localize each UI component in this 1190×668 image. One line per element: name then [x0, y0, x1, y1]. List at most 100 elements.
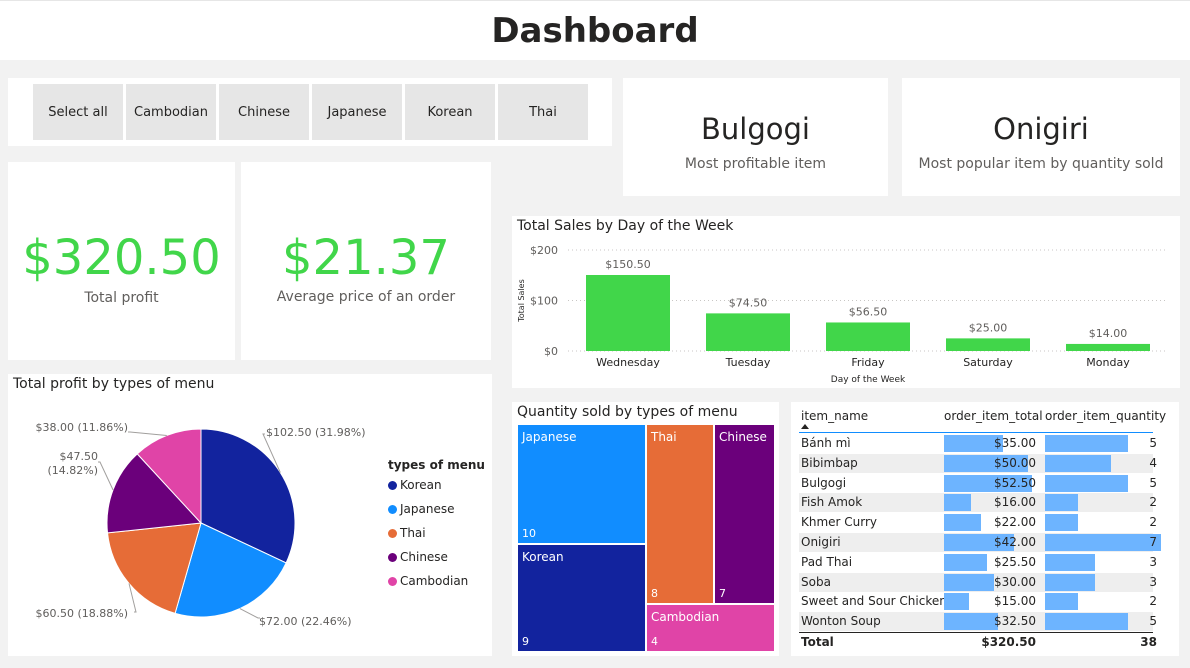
column-header-order-item-total[interactable]: order_item_total	[944, 409, 1043, 423]
column-header-item-name[interactable]: item_name	[801, 409, 868, 423]
pie-legend-title: types of menu	[388, 458, 485, 472]
bar-monday[interactable]	[1066, 343, 1150, 351]
table-row[interactable]: Bulgogi $52.50 5	[799, 474, 1157, 493]
table-row[interactable]: Bibimbap $50.00 4	[799, 453, 1157, 473]
row-quantity: 5	[1149, 475, 1157, 490]
table-row[interactable]: Soba $30.00 3	[799, 572, 1157, 592]
row-total: $50.00	[994, 455, 1036, 470]
row-item-name: Soba	[801, 574, 831, 589]
bar-data-label: $150.50	[605, 258, 651, 271]
most-popular-card: Onigiri Most popular item by quantity so…	[902, 78, 1180, 196]
treemap-name: Korean	[522, 550, 564, 564]
legend-dot-cambodian	[388, 577, 397, 586]
row-item-name: Sweet and Sour Chicken	[801, 594, 947, 609]
table-row[interactable]: Sweet and Sour Chicken $15.00 2	[799, 592, 1157, 611]
row-total: $25.50	[994, 554, 1036, 569]
bar-ylabel: Total Sales	[517, 279, 526, 323]
row-total: $35.00	[994, 436, 1036, 450]
page-title: Dashboard	[491, 11, 699, 51]
bar-tuesday[interactable]	[706, 313, 790, 351]
row-total: $15.00	[994, 594, 1036, 609]
row-quantity: 2	[1149, 495, 1157, 510]
sort-arrow-icon	[801, 424, 809, 429]
table-row[interactable]: Fish Amok $16.00 2	[799, 493, 1157, 513]
bar-data-label: $56.50	[849, 305, 888, 318]
bar-xtick-label: Saturday	[963, 356, 1013, 369]
pie-data-label: $60.50 (18.88%)	[35, 607, 128, 620]
treemap-value: 4	[651, 635, 658, 648]
bar-ytick-label: $100	[530, 295, 558, 308]
title-bar: Dashboard	[0, 0, 1190, 60]
row-total: $42.00	[994, 535, 1036, 549]
slicer-button-thai[interactable]: Thai	[498, 84, 588, 140]
treemap-cell-thai[interactable]: Thai 8	[646, 424, 714, 604]
row-quantity: 4	[1149, 455, 1157, 470]
bar-data-label: $74.50	[729, 296, 768, 309]
total-profit-label: Total profit	[84, 290, 159, 306]
sales-by-day-chart: $200 $100 $0 Total Sales Day of the Week $150…	[517, 244, 1168, 385]
column-header-order-item-quantity[interactable]: order_item_quantity	[1045, 409, 1166, 423]
bar-ytick-label: $0	[544, 345, 558, 358]
most-popular-label: Most popular item by quantity sold	[918, 156, 1164, 172]
avg-order-value: $21.37	[282, 230, 450, 286]
profit-by-menu-pie: $102.50 (31.98%) $72.00 (22.46%) $60.50 (1…	[35, 421, 366, 628]
treemap-value: 10	[522, 527, 536, 540]
pie-data-label: $38.00 (11.86%)	[35, 421, 128, 434]
row-total: $52.50	[994, 475, 1036, 490]
avg-order-label: Average price of an order	[276, 289, 456, 305]
slicer-button-select-all[interactable]: Select all	[33, 84, 123, 140]
bar-data-label: $14.00	[1089, 327, 1128, 340]
bar-xtick-label: Tuesday	[725, 356, 771, 369]
treemap-cell-chinese[interactable]: Chinese 7	[714, 424, 775, 604]
pie-data-label: $102.50 (31.98%)	[266, 426, 366, 439]
pie-data-label: $47.50	[60, 450, 99, 463]
row-item-name: Bánh mì	[801, 436, 851, 450]
row-item-name: Wonton Soup	[801, 614, 881, 629]
bar-ytick-label: $200	[530, 244, 558, 257]
slicer-button-chinese[interactable]: Chinese	[219, 84, 309, 140]
treemap-name: Thai	[651, 430, 677, 444]
treemap-name: Chinese	[719, 430, 767, 444]
table-row[interactable]: Onigiri $42.00 7	[799, 533, 1161, 552]
most-profitable-label: Most profitable item	[684, 156, 827, 172]
legend-label-thai: Thai	[400, 526, 426, 540]
row-quantity: 5	[1149, 614, 1157, 629]
bar-data-label: $25.00	[969, 321, 1008, 334]
table-row[interactable]: Khmer Curry $22.00 2	[799, 513, 1157, 532]
treemap-cell-cambodian[interactable]: Cambodian 4	[646, 604, 775, 652]
legend-label-japanese: Japanese	[400, 502, 455, 516]
total-profit-value: $320.50	[22, 230, 221, 286]
most-profitable-card: Bulgogi Most profitable item	[623, 78, 888, 196]
bar-xtick-label: Wednesday	[596, 356, 660, 369]
slicer-button-cambodian[interactable]: Cambodian	[126, 84, 216, 140]
table-row[interactable]: Wonton Soup $32.50 5	[799, 612, 1157, 632]
row-item-name: Bibimbap	[801, 455, 858, 470]
total-quantity: 38	[1140, 635, 1157, 649]
bar-wednesday[interactable]	[586, 274, 670, 351]
legend-dot-korean	[388, 481, 397, 490]
pie-data-label: $72.00 (22.46%)	[259, 615, 352, 628]
bar-friday[interactable]	[826, 322, 910, 351]
legend-dot-thai	[388, 529, 397, 538]
row-quantity: 5	[1149, 436, 1157, 450]
legend-label-chinese: Chinese	[400, 550, 448, 564]
legend-label-korean: Korean	[400, 478, 442, 492]
most-profitable-value: Bulgogi	[701, 112, 810, 146]
total-divider	[799, 632, 1153, 633]
legend-dot-chinese	[388, 553, 397, 562]
total-profit-card: $320.50 Total profit	[8, 162, 235, 360]
treemap-name: Cambodian	[651, 610, 720, 624]
quantity-by-menu-title: Quantity sold by types of menu	[517, 404, 738, 420]
slicer-button-japanese[interactable]: Japanese	[312, 84, 402, 140]
bar-saturday[interactable]	[946, 338, 1030, 351]
bar-xlabel: Day of the Week	[831, 375, 906, 385]
row-quantity: 2	[1149, 594, 1157, 609]
table-row[interactable]: Pad Thai $25.50 3	[799, 553, 1157, 572]
row-total: $22.00	[994, 515, 1036, 530]
treemap-cell-japanese[interactable]: Japanese 10	[517, 424, 646, 544]
table-row[interactable]: Bánh mì $35.00 5	[799, 434, 1157, 453]
row-quantity: 3	[1149, 574, 1157, 589]
pie-data-label: (14.82%)	[47, 464, 98, 477]
slicer-button-korean[interactable]: Korean	[405, 84, 495, 140]
treemap-cell-korean[interactable]: Korean 9	[517, 544, 646, 652]
